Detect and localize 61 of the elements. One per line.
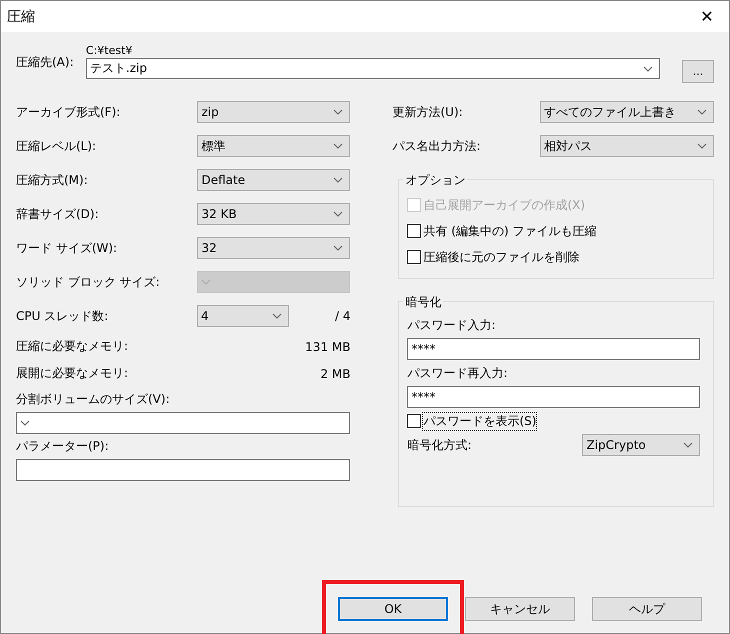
checkbox-label: 圧縮後に元のファイルを削除	[423, 248, 580, 266]
dropdown[interactable]: 32	[197, 237, 350, 259]
filename-combo[interactable]: テスト.zip	[86, 58, 660, 79]
group-title: 暗号化	[403, 294, 444, 311]
chevron-down-icon	[333, 211, 344, 217]
dropdown[interactable]: Deflate	[197, 169, 350, 191]
chevron-down-icon	[333, 177, 344, 183]
checkbox[interactable]	[407, 250, 422, 264]
chevron-down-icon	[20, 420, 30, 426]
chevron-down-icon	[201, 279, 212, 285]
browse-button[interactable]: ...	[682, 60, 714, 83]
checkbox[interactable]	[407, 224, 422, 238]
field-label: CPU スレッド数:	[16, 308, 108, 324]
field-label: 辞書サイズ(D):	[16, 206, 99, 222]
field-label: 圧縮先(A):	[16, 54, 75, 71]
checkbox-label: 自己展開アーカイブの作成(X)	[423, 196, 586, 214]
field-label: ワード サイズ(W):	[16, 240, 118, 256]
checkbox-label: パスワードを表示(S)	[423, 412, 536, 430]
field-label: 暗号化方式:	[407, 436, 472, 454]
folder-path: C:¥test¥	[86, 44, 134, 58]
dropdown[interactable]: 4	[196, 305, 289, 327]
dropdown[interactable]: zip	[197, 101, 350, 123]
field-label: パス名出力方法:	[392, 138, 481, 154]
chevron-down-icon	[643, 66, 654, 72]
dropdown[interactable]: ZipCrypto	[582, 434, 700, 456]
window-title: 圧縮	[6, 8, 35, 26]
field-label: 圧縮方式(M):	[16, 172, 88, 188]
field-label: パスワード入力:	[407, 317, 496, 334]
close-button[interactable]: ✕	[685, 1, 729, 32]
chevron-down-icon	[333, 143, 344, 149]
memory-value: 2 MB	[320, 366, 350, 380]
field-label: 分割ボリュームのサイズ(V):	[16, 391, 171, 408]
memory-value: 131 MB	[305, 340, 350, 354]
chevron-down-icon	[683, 442, 694, 448]
dropdown[interactable]: 32 KB	[197, 203, 350, 225]
dropdown[interactable]: 相対パス	[540, 135, 714, 157]
dialog-button[interactable]: OK	[338, 597, 448, 621]
field-label: パラメーター(P):	[16, 438, 110, 455]
chevron-down-icon	[272, 313, 282, 319]
dropdown[interactable]: 標準	[197, 135, 350, 157]
field-label: 展開に必要なメモリ:	[16, 365, 128, 382]
thread-total: / 4	[334, 309, 350, 323]
field-label: 圧縮レベル(L):	[16, 138, 96, 154]
chevron-down-icon	[333, 245, 344, 251]
checkbox-label: 共有 (編集中の) ファイルも圧縮	[423, 222, 596, 240]
password-field[interactable]: ****	[407, 386, 700, 408]
dialog-button[interactable]: キャンセル	[465, 597, 575, 621]
split-size-combo[interactable]	[16, 412, 350, 434]
field-label: ソリッド ブロック サイズ:	[16, 274, 160, 290]
dialog-button[interactable]: ヘルプ	[592, 597, 702, 621]
field-label: パスワード再入力:	[407, 365, 508, 382]
password-field[interactable]: ****	[407, 338, 700, 360]
dropdown[interactable]: すべてのファイル上書き	[540, 101, 714, 123]
parameters-field[interactable]	[16, 459, 350, 481]
chevron-down-icon	[697, 143, 707, 149]
field-label: 更新方法(U):	[392, 104, 463, 120]
chevron-down-icon	[697, 109, 707, 115]
checkbox[interactable]	[407, 414, 422, 428]
field-label: アーカイブ形式(F):	[16, 104, 120, 120]
field-label: 圧縮に必要なメモリ:	[16, 338, 128, 355]
chevron-down-icon	[333, 109, 344, 115]
